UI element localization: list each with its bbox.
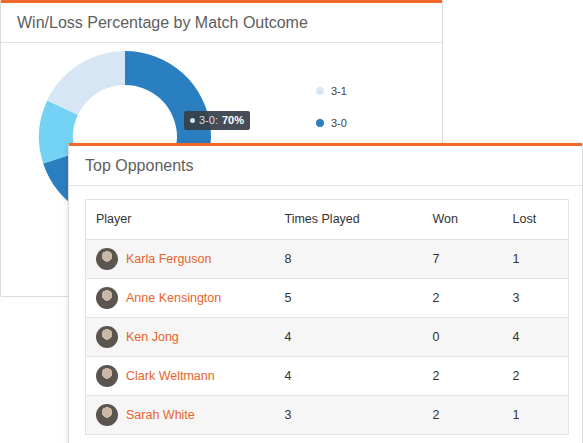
player: Sarah White <box>96 404 265 426</box>
opponents-table: PlayerTimes PlayedWonLost Karla Ferguson 8… <box>85 199 569 435</box>
legend-item[interactable]: 3-1 <box>316 83 347 99</box>
avatar-icon <box>96 365 118 387</box>
tooltip-value: 70% <box>222 113 244 128</box>
table-cell: 3 <box>275 396 423 435</box>
column-header: Won <box>423 200 503 240</box>
table-row: Ken Jong 404 <box>86 318 569 357</box>
tooltip-label: 3-0: <box>199 113 218 128</box>
player-cell: Clark Weltmann <box>86 357 275 396</box>
table-row: Clark Weltmann422 <box>86 357 569 396</box>
table-cell: 3 <box>503 279 569 318</box>
table-cell: 2 <box>423 357 503 396</box>
table-row: Sarah White 321 <box>86 396 569 435</box>
player-link[interactable]: Sarah White <box>126 406 195 425</box>
table-cell: 0 <box>423 318 503 357</box>
table-body: Karla Ferguson871Anne Kensington523Ken J… <box>86 240 569 435</box>
legend-label: 3-0 <box>331 115 347 131</box>
player-link[interactable]: Clark Weltmann <box>126 367 215 386</box>
player: Karla Ferguson <box>96 248 265 270</box>
player-cell: Sarah White <box>86 396 275 435</box>
table-cell: 8 <box>275 240 423 279</box>
table-row: Anne Kensington 523 <box>86 279 569 318</box>
legend-label: 3-1 <box>331 83 347 99</box>
player: Ken Jong <box>96 326 265 348</box>
table-cell: 5 <box>275 279 423 318</box>
header-row: PlayerTimes PlayedWonLost <box>86 200 569 240</box>
table-cell: 7 <box>423 240 503 279</box>
player-cell: Ken Jong <box>86 318 275 357</box>
player-cell: Karla Ferguson <box>86 240 275 279</box>
column-header: Lost <box>503 200 569 240</box>
avatar-icon <box>96 326 118 348</box>
top-opponents-card: Top OpponentsPlayerTimes PlayedWonLostKa… <box>68 143 583 443</box>
table-head: PlayerTimes PlayedWonLost <box>86 200 569 240</box>
legend-item[interactable]: 3-0 <box>316 115 347 131</box>
column-header: Player <box>86 200 275 240</box>
table-cell: 2 <box>423 279 503 318</box>
table-cell: 2 <box>503 357 569 396</box>
table-row: Karla Ferguson 871 <box>86 240 569 279</box>
table-cell: 1 <box>503 240 569 279</box>
table-cell: 2 <box>423 396 503 435</box>
table-cell: 1 <box>503 396 569 435</box>
player-cell: Anne Kensington <box>86 279 275 318</box>
avatar-icon <box>96 248 118 270</box>
chart-tooltip: 3-0: 70% <box>184 111 250 130</box>
table-cell: 4 <box>503 318 569 357</box>
table-cell: 4 <box>275 318 423 357</box>
player: Clark Weltmann <box>96 365 265 387</box>
avatar-icon <box>96 404 118 426</box>
tooltip-dot <box>190 118 195 123</box>
table-cell: 4 <box>275 357 423 396</box>
player-link[interactable]: Anne Kensington <box>126 289 221 308</box>
player: Anne Kensington <box>96 287 265 309</box>
card-title: Win/Loss Percentage by Match Outcome <box>1 3 442 43</box>
dashboard: Win/Loss Percentage by Match Outcome 3-1 3… <box>0 0 583 443</box>
player-link[interactable]: Karla Ferguson <box>126 250 211 269</box>
avatar-icon <box>96 287 118 309</box>
table-wrap: PlayerTimes PlayedWonLost Karla Ferguson 8… <box>69 186 582 435</box>
player-link[interactable]: Ken Jong <box>126 328 179 347</box>
column-header: Times Played <box>275 200 423 240</box>
card-title: Top Opponents <box>69 146 582 186</box>
legend-dot <box>316 119 324 127</box>
donut-segment[interactable] <box>47 51 125 115</box>
legend-dot <box>316 87 324 95</box>
